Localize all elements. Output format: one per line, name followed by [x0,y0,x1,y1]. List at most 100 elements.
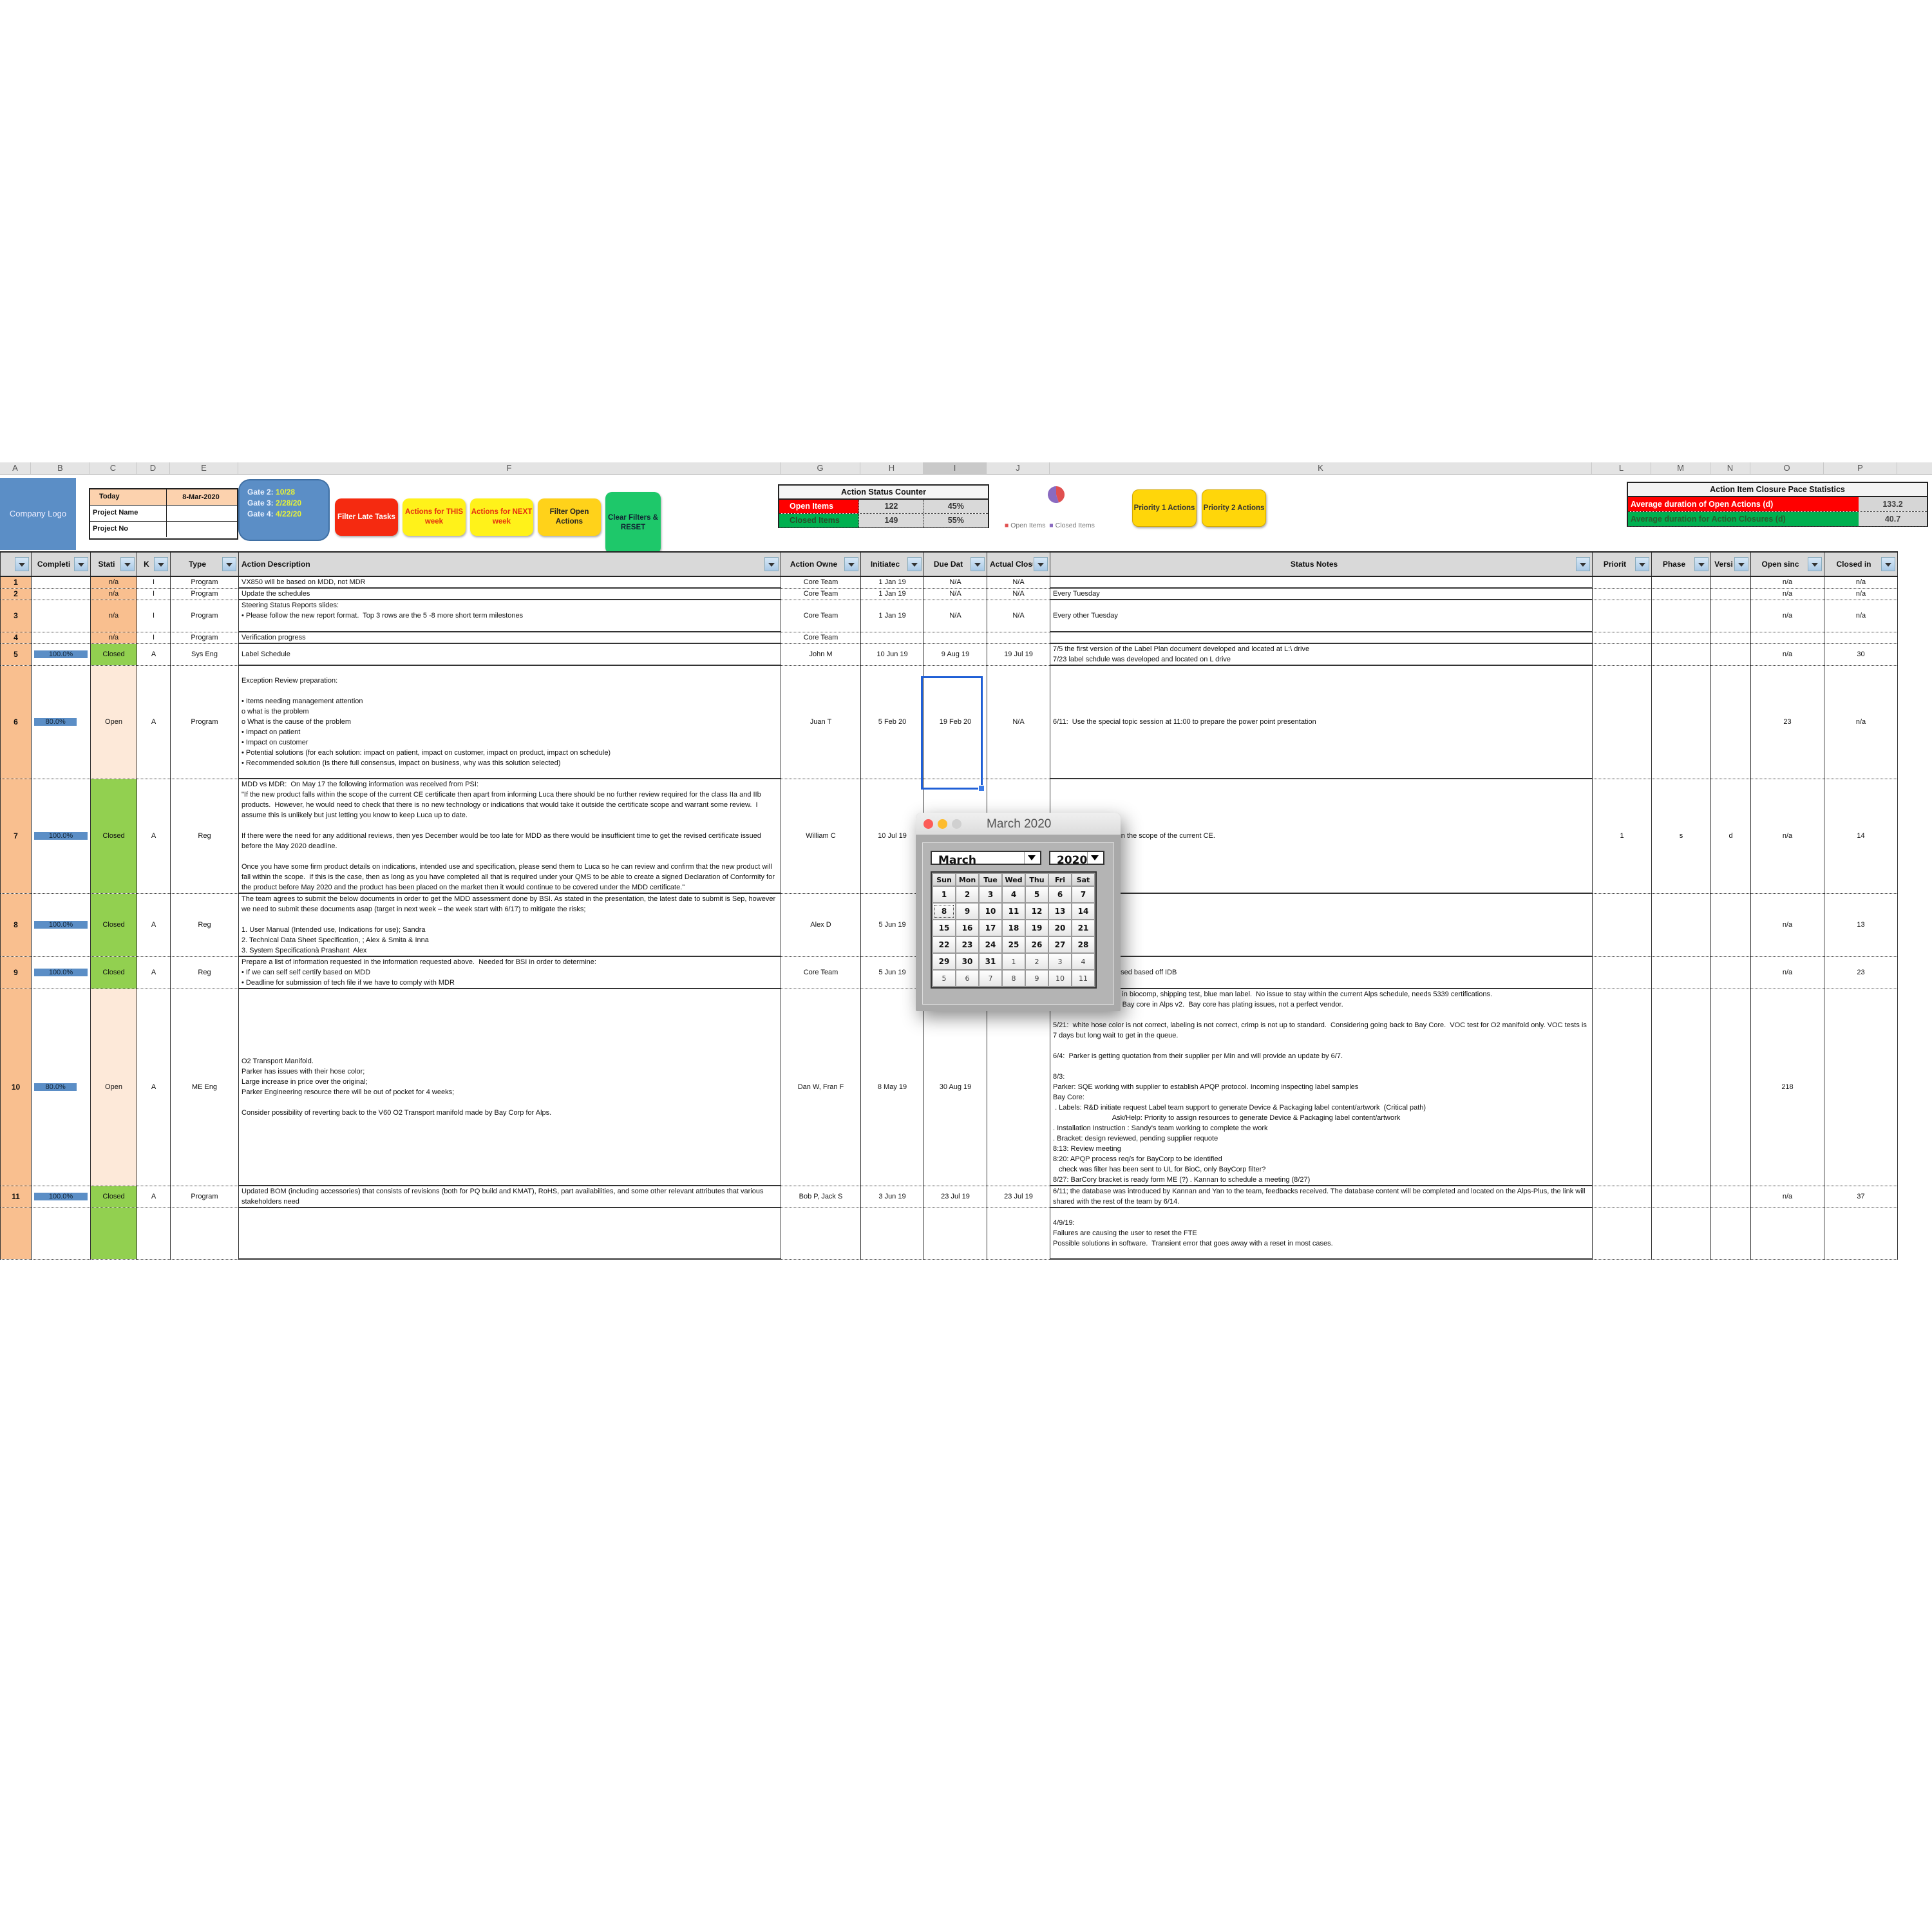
calendar-day[interactable]: 5 [933,971,955,986]
cell-action-owner[interactable]: John M [781,643,861,666]
cell-phase[interactable] [1651,599,1711,632]
calendar-day[interactable]: 2 [956,887,978,902]
cell-actual-closure[interactable] [987,988,1050,1186]
calendar-day[interactable]: 26 [1026,937,1048,952]
cell-kind[interactable]: I [137,631,171,644]
actions-this-week-button[interactable]: Actions for THIS week [402,498,466,536]
cell-initiated-date[interactable]: 1 Jan 19 [860,587,924,600]
cell-action-description[interactable]: Label Schedule [238,643,781,666]
cell-phase[interactable] [1651,587,1711,600]
cell-closed-in[interactable]: 14 [1824,778,1898,894]
cell-completion[interactable]: 100.0% [31,956,91,989]
filter-dropdown-icon[interactable] [1808,557,1822,571]
cell-due-date[interactable] [923,631,987,644]
cell-action-description[interactable]: Updated BOM (including accessories) that… [238,1185,781,1208]
cell-status-notes[interactable]: 5/14: 2 months' delay in biocomp, shippi… [1050,988,1593,1186]
cell-open-since[interactable]: 23 [1750,665,1824,779]
cell-completion[interactable]: 100.0% [31,643,91,666]
date-picker-titlebar[interactable]: March 2020 [916,813,1121,835]
cell-priority[interactable] [1592,665,1652,779]
cell-completion[interactable]: 100.0% [31,893,91,957]
cell-due-date[interactable] [923,1207,987,1260]
cell-completion[interactable]: 80.0% [31,988,91,1186]
cell-due-date[interactable]: N/A [923,587,987,600]
zoom-window-icon[interactable] [952,819,961,829]
cell-priority[interactable] [1592,988,1652,1186]
filter-dropdown-icon[interactable] [844,557,858,571]
cell-version[interactable] [1710,665,1751,779]
cell-priority[interactable] [1592,893,1652,957]
cell-version[interactable]: d [1710,778,1751,894]
cell-open-since[interactable]: n/a [1750,778,1824,894]
cell-phase[interactable] [1651,576,1711,589]
cell-completion[interactable] [31,631,91,644]
cell-row-number[interactable]: 2 [0,587,32,600]
cell-initiated-date[interactable] [860,1207,924,1260]
filter-dropdown-icon[interactable] [1734,557,1748,571]
filter-dropdown-icon[interactable] [1694,557,1709,571]
cell-status[interactable]: n/a [90,631,137,644]
calendar-day[interactable]: 9 [1026,971,1048,986]
cell-type[interactable]: Program [170,665,239,779]
filter-dropdown-icon[interactable] [971,557,985,571]
cell-initiated-date[interactable]: 1 Jan 19 [860,599,924,632]
cell-action-description[interactable]: The team agrees to submit the below docu… [238,893,781,957]
cell-initiated-date[interactable] [860,631,924,644]
actions-next-week-button[interactable]: Actions for NEXT week [470,498,533,536]
calendar-day[interactable]: 5 [1026,887,1048,902]
column-letter-n[interactable]: N [1710,462,1750,474]
cell-initiated-date[interactable]: 5 Feb 20 [860,665,924,779]
column-letter-p[interactable]: P [1824,462,1897,474]
cell-status[interactable]: Open [90,665,137,779]
column-letter-j[interactable]: J [987,462,1050,474]
cell-open-since[interactable]: n/a [1750,599,1824,632]
cell-due-date[interactable]: 23 Jul 19 [923,1185,987,1208]
cell-row-number[interactable]: 3 [0,599,32,632]
filter-dropdown-icon[interactable] [764,557,779,571]
column-letter-c[interactable]: C [90,462,137,474]
cell-kind[interactable]: A [137,665,171,779]
column-letter-i[interactable]: I [923,462,987,474]
filter-dropdown-icon[interactable] [15,557,29,571]
calendar-day[interactable]: 10 [980,904,1001,919]
clear-filters-reset-button[interactable]: Clear Filters & RESET [605,492,661,554]
cell-version[interactable] [1710,1185,1751,1208]
calendar-day[interactable]: 1 [933,887,955,902]
cell-version[interactable] [1710,988,1751,1186]
cell-initiated-date[interactable]: 10 Jul 19 [860,778,924,894]
cell-phase[interactable]: s [1651,778,1711,894]
filter-dropdown-icon[interactable] [74,557,88,571]
cell-status-notes[interactable]: 6/11; the database was introduced by Kan… [1050,1185,1593,1208]
calendar-day[interactable]: 23 [956,937,978,952]
cell-completion[interactable]: 100.0% [31,1185,91,1208]
calendar-day[interactable]: 6 [956,971,978,986]
calendar-day[interactable]: 4 [1072,954,1094,969]
cell-phase[interactable] [1651,665,1711,779]
cell-status[interactable]: n/a [90,587,137,600]
cell-kind[interactable]: I [137,599,171,632]
calendar-day[interactable]: 6 [1049,887,1071,902]
project-no-value[interactable] [166,522,235,537]
cell-status[interactable]: Closed [90,778,137,894]
cell-status-notes[interactable]: ...at product falls within the scope of … [1050,778,1593,894]
filter-dropdown-icon[interactable] [907,557,922,571]
calendar-day[interactable]: 29 [933,954,955,969]
cell-type[interactable]: Program [170,587,239,600]
cell-row-number[interactable]: 7 [0,778,32,894]
calendar-day[interactable]: 7 [980,971,1001,986]
cell-action-description[interactable]: Verification progress [238,631,781,644]
filter-dropdown-icon[interactable] [154,557,168,571]
cell-priority[interactable] [1592,956,1652,989]
cell-completion[interactable] [31,599,91,632]
cell-row-number[interactable]: 11 [0,1185,32,1208]
cell-row-number[interactable]: 8 [0,893,32,957]
cell-initiated-date[interactable]: 10 Jun 19 [860,643,924,666]
cell-actual-closure[interactable]: N/A [987,587,1050,600]
cell-actual-closure[interactable]: N/A [987,576,1050,589]
cell-open-since[interactable]: 218 [1750,988,1824,1186]
cell-phase[interactable] [1651,643,1711,666]
cell-status-notes[interactable] [1050,576,1593,589]
filter-dropdown-icon[interactable] [1881,557,1895,571]
cell-initiated-date[interactable]: 8 May 19 [860,988,924,1186]
cell-closed-in[interactable]: n/a [1824,576,1898,589]
